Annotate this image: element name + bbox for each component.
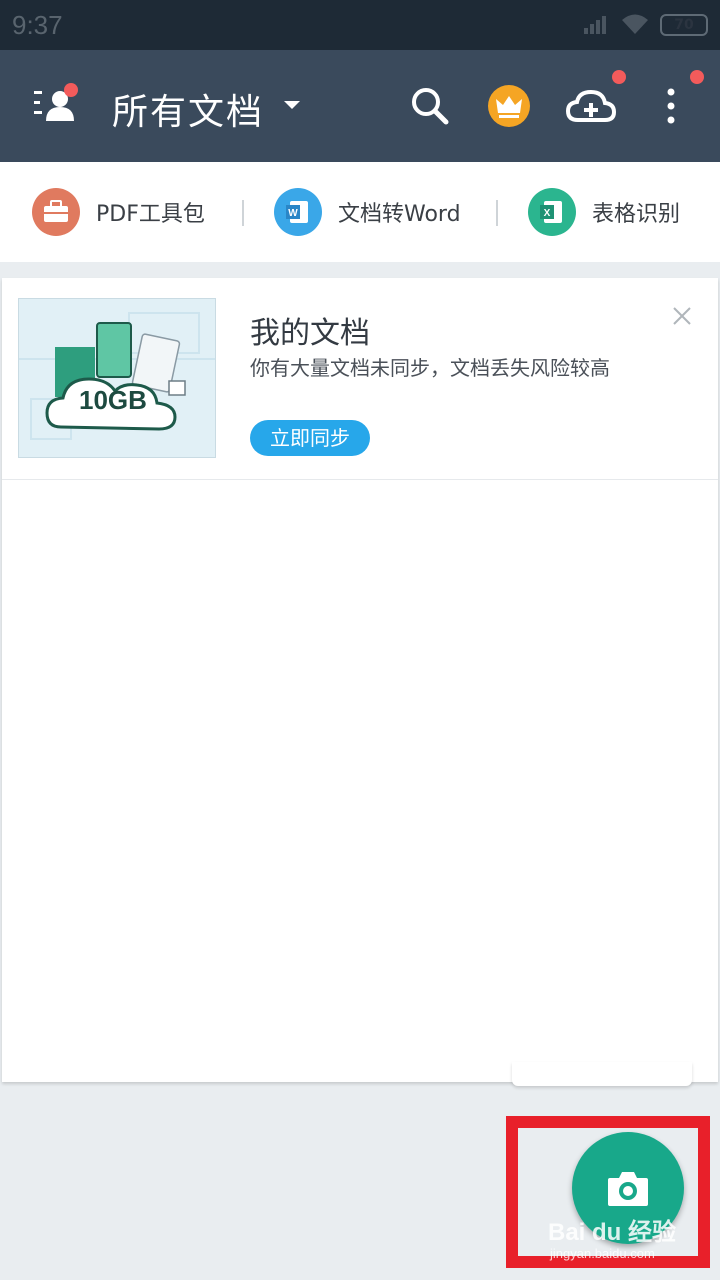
excel-icon: X <box>528 188 576 236</box>
banner-title: 我的文档 <box>250 316 370 351</box>
notification-dot <box>64 83 78 97</box>
vip-crown-icon[interactable] <box>488 85 530 127</box>
battery-icon: 70 <box>660 14 708 36</box>
tool-label: 表格识别 <box>592 202 681 227</box>
sync-banner[interactable]: 10GB 我的文档 你有大量文档未同步，文档丢失风险较高 立即同步 <box>2 278 718 480</box>
svg-text:X: X <box>544 208 551 219</box>
camera-icon <box>608 1172 648 1206</box>
more-vert-icon[interactable] <box>656 82 686 130</box>
status-time: 9:37 <box>12 10 63 40</box>
tool-label: 文档转Word <box>338 202 461 227</box>
watermark-brand: Bai du 经验 <box>548 1219 677 1246</box>
tool-label: PDF工具包 <box>96 202 205 227</box>
user-menu-icon[interactable] <box>30 83 82 127</box>
chevron-down-icon[interactable] <box>284 101 300 109</box>
sync-now-button[interactable]: 立即同步 <box>250 420 370 456</box>
banner-description: 你有大量文档未同步，文档丢失风险较高 <box>250 356 610 380</box>
wifi-icon <box>622 14 648 34</box>
tool-table-recognition[interactable]: X 表格识别 <box>528 188 680 236</box>
svg-text:W: W <box>288 208 298 219</box>
battery-level: 70 <box>674 17 694 33</box>
tooltip-card <box>512 1062 692 1086</box>
document-list-card: 10GB 我的文档 你有大量文档未同步，文档丢失风险较高 立即同步 <box>2 278 718 1082</box>
close-icon[interactable] <box>670 304 694 328</box>
divider <box>496 200 498 226</box>
divider <box>242 200 244 226</box>
notification-dot <box>690 70 704 84</box>
search-icon[interactable] <box>406 82 454 130</box>
status-bar: 9:37 70 <box>0 0 720 50</box>
page-title[interactable]: 所有文档 <box>112 83 264 135</box>
cloud-storage-illustration: 10GB <box>18 298 216 458</box>
watermark-url: jingyan.baidu.com <box>550 1246 655 1261</box>
word-icon: W <box>274 188 322 236</box>
tool-doc-to-word[interactable]: W 文档转Word <box>274 188 461 236</box>
toolbox-icon <box>32 188 80 236</box>
tool-pdf-toolkit[interactable]: PDF工具包 <box>32 188 205 236</box>
storage-size-label: 10GB <box>79 385 147 415</box>
cloud-upload-icon[interactable] <box>564 82 618 130</box>
signal-icon <box>584 16 606 34</box>
tools-bar: PDF工具包 W 文档转Word X 表格识别 <box>0 162 720 262</box>
app-bar: 所有文档 <box>0 50 720 162</box>
notification-dot <box>612 70 626 84</box>
